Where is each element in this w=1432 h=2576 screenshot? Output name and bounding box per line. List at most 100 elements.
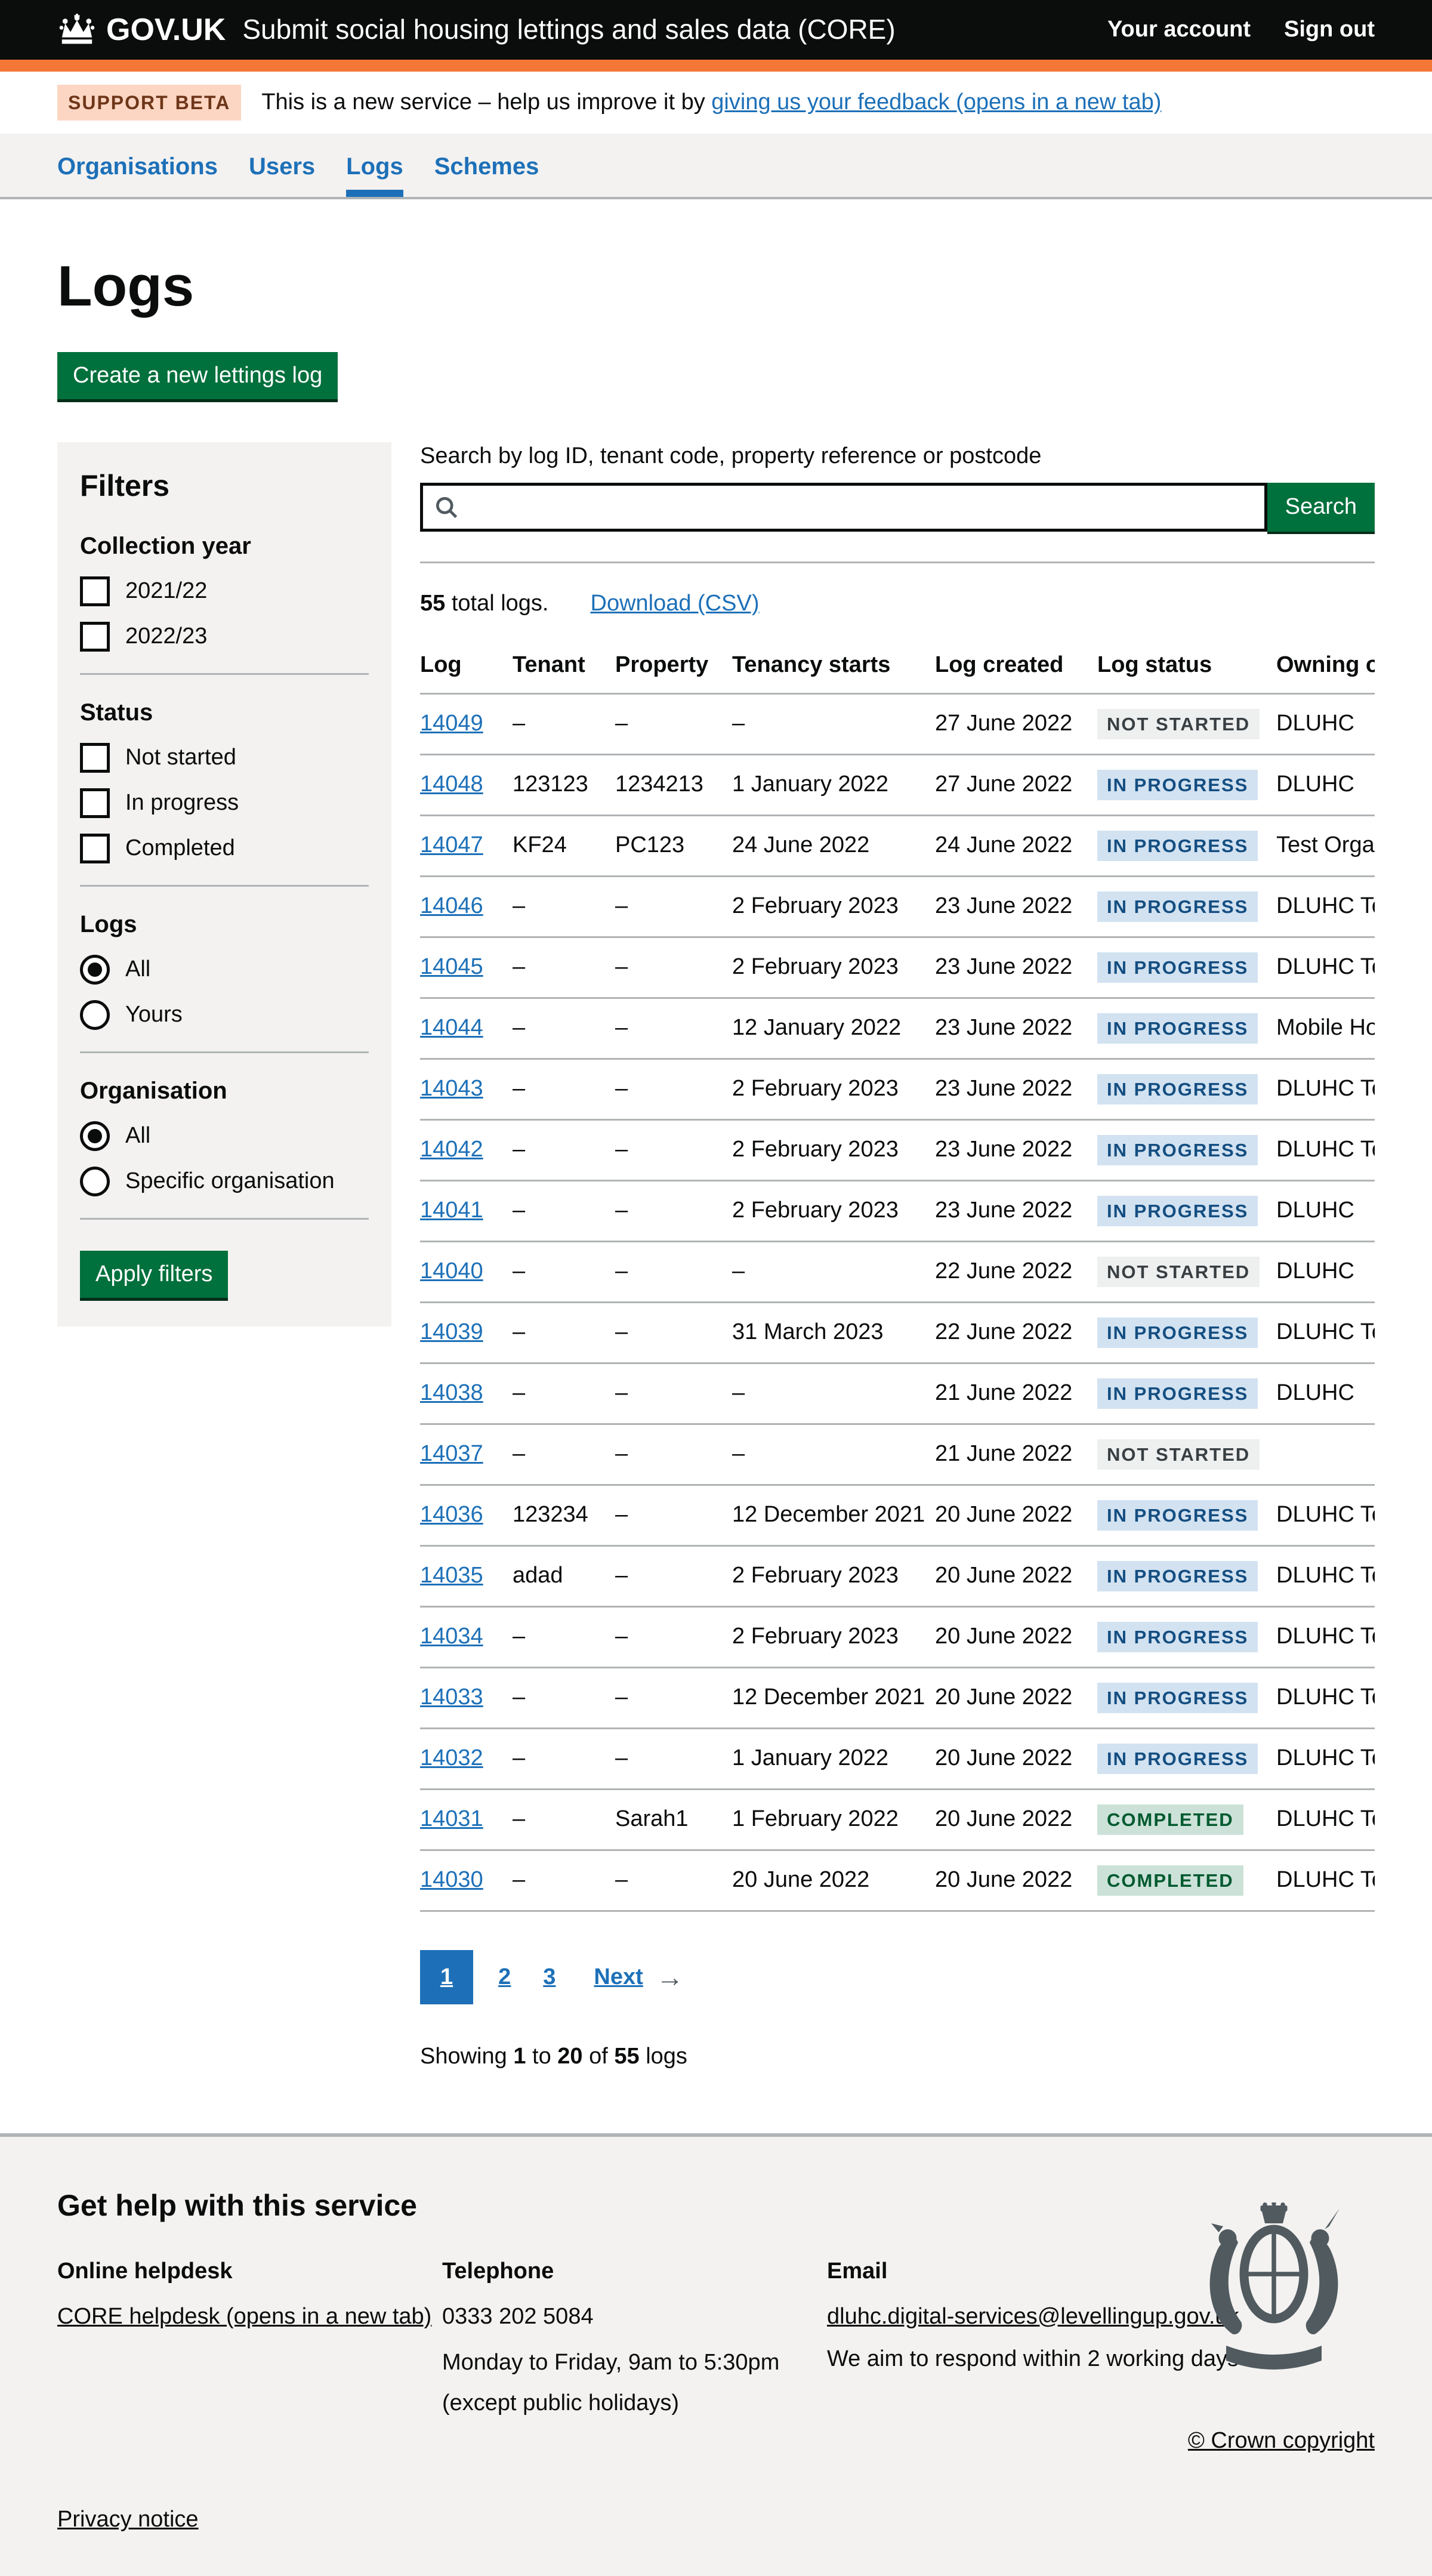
nav-item-logs[interactable]: Logs: [331, 134, 419, 197]
email-link[interactable]: dluhc.digital-services@levellingup.gov.u…: [827, 2304, 1239, 2329]
status-badge: COMPLETED: [1097, 1865, 1243, 1896]
search-input[interactable]: [420, 483, 1267, 532]
search-button[interactable]: Search: [1267, 483, 1375, 532]
owning-organisation-cell: DLUHC Test: [1276, 1545, 1375, 1606]
log-id-cell: 14038: [420, 1363, 513, 1424]
radio-org-all[interactable]: [80, 1121, 110, 1151]
radio-row-logs-all[interactable]: All: [80, 955, 369, 985]
log-id-link[interactable]: 14043: [420, 1076, 483, 1101]
log-status-cell: IN PROGRESS: [1097, 1119, 1276, 1180]
nav-item-organisations[interactable]: Organisations: [42, 134, 233, 197]
log-id-link[interactable]: 14037: [420, 1441, 483, 1466]
log-id-link[interactable]: 14031: [420, 1806, 483, 1831]
feedback-link[interactable]: giving us your feedback (opens in a new …: [711, 90, 1161, 115]
log-id-cell: 14046: [420, 876, 513, 937]
log-id-link[interactable]: 14045: [420, 954, 483, 979]
radio-org-specific[interactable]: [80, 1167, 110, 1196]
log-id-link[interactable]: 14030: [420, 1867, 483, 1892]
radio-row-org-all[interactable]: All: [80, 1121, 369, 1151]
column-header-tenancy-starts: Tenancy starts: [732, 641, 935, 693]
tenancy-starts-cell: 2 February 2023: [732, 1180, 935, 1241]
log-id-link[interactable]: 14036: [420, 1502, 483, 1527]
checkbox-label: In progress: [125, 789, 239, 817]
log-id-link[interactable]: 14047: [420, 832, 483, 857]
tenant-cell: –: [513, 1302, 615, 1363]
nav-link-organisations[interactable]: Organisations: [57, 152, 218, 197]
pagination-current-page[interactable]: 1: [420, 1950, 473, 2005]
pagination-next-link[interactable]: Next: [594, 1963, 643, 1992]
crown-copyright-link[interactable]: © Crown copyright: [1188, 2427, 1375, 2455]
core-helpdesk-link[interactable]: CORE helpdesk (opens in a new tab): [57, 2304, 431, 2329]
telephone-number: 0333 202 5084: [442, 2303, 827, 2331]
your-account-link[interactable]: Your account: [1107, 16, 1251, 44]
table-row: 14031–Sarah11 February 202220 June 2022C…: [420, 1789, 1375, 1850]
log-id-link[interactable]: 14033: [420, 1685, 483, 1710]
filter-group-status: Status Not started In progress Completed: [80, 698, 369, 863]
checkbox-2021-22[interactable]: [80, 576, 110, 606]
checkbox-label: Completed: [125, 834, 235, 863]
status-badge: IN PROGRESS: [1097, 1378, 1258, 1409]
pagination-page-2[interactable]: 2: [491, 1950, 518, 2005]
log-id-link[interactable]: 14041: [420, 1198, 483, 1223]
checkbox-row-completed[interactable]: Completed: [80, 834, 369, 863]
primary-navigation: Organisations Users Logs Schemes: [0, 134, 1432, 199]
log-created-cell: 23 June 2022: [935, 1180, 1097, 1241]
log-id-link[interactable]: 14044: [420, 1015, 483, 1040]
tenancy-starts-cell: 24 June 2022: [732, 815, 935, 876]
checkbox-2022-23[interactable]: [80, 622, 110, 652]
log-id-cell: 14040: [420, 1241, 513, 1302]
showing-of: of: [583, 2044, 615, 2069]
log-id-link[interactable]: 14032: [420, 1745, 483, 1770]
nav-link-schemes[interactable]: Schemes: [434, 152, 539, 197]
nav-link-users[interactable]: Users: [249, 152, 315, 197]
log-id-link[interactable]: 14049: [420, 711, 483, 736]
royal-coat-of-arms: [1181, 2202, 1366, 2389]
checkbox-row-not-started[interactable]: Not started: [80, 743, 369, 773]
checkbox-row-2022-23[interactable]: 2022/23: [80, 622, 369, 652]
log-id-link[interactable]: 14038: [420, 1380, 483, 1405]
log-id-link[interactable]: 14046: [420, 893, 483, 918]
nav-item-users[interactable]: Users: [233, 134, 331, 197]
radio-row-logs-yours[interactable]: Yours: [80, 1000, 369, 1030]
checkbox-not-started[interactable]: [80, 743, 110, 773]
log-id-link[interactable]: 14034: [420, 1624, 483, 1649]
log-status-cell: IN PROGRESS: [1097, 1485, 1276, 1545]
tenant-cell: –: [513, 937, 615, 998]
radio-logs-yours[interactable]: [80, 1000, 110, 1030]
log-id-link[interactable]: 14040: [420, 1258, 483, 1284]
nav-link-logs[interactable]: Logs: [346, 152, 403, 197]
property-cell: –: [615, 1485, 732, 1545]
checkbox-in-progress[interactable]: [80, 788, 110, 818]
tenant-cell: –: [513, 1059, 615, 1119]
create-lettings-log-button[interactable]: Create a new lettings log: [57, 352, 338, 399]
radio-logs-all[interactable]: [80, 955, 110, 985]
apply-filters-button[interactable]: Apply filters: [80, 1251, 228, 1298]
table-row: 14046––2 February 202323 June 2022IN PRO…: [420, 876, 1375, 937]
owning-organisation-cell: DLUHC Test: [1276, 1789, 1375, 1850]
property-cell: –: [615, 1302, 732, 1363]
filter-group-label: Organisation: [80, 1076, 369, 1106]
sign-out-link[interactable]: Sign out: [1284, 16, 1375, 44]
log-status-cell: IN PROGRESS: [1097, 1363, 1276, 1424]
checkbox-completed[interactable]: [80, 834, 110, 863]
log-id-link[interactable]: 14039: [420, 1319, 483, 1344]
log-status-cell: NOT STARTED: [1097, 1241, 1276, 1302]
govuk-logo[interactable]: GOV.UK: [57, 11, 226, 50]
service-name-link[interactable]: Submit social housing lettings and sales…: [242, 13, 895, 47]
status-badge: IN PROGRESS: [1097, 952, 1258, 983]
log-id-link[interactable]: 14042: [420, 1137, 483, 1162]
nav-item-schemes[interactable]: Schemes: [419, 134, 555, 197]
download-csv-link[interactable]: Download (CSV): [591, 590, 760, 618]
checkbox-row-2021-22[interactable]: 2021/22: [80, 576, 369, 606]
pagination-page-3[interactable]: 3: [536, 1950, 563, 2005]
radio-row-org-specific[interactable]: Specific organisation: [80, 1167, 369, 1196]
checkbox-row-in-progress[interactable]: In progress: [80, 788, 369, 818]
owning-organisation-cell: DLUHC Test: [1276, 1606, 1375, 1667]
log-created-cell: 20 June 2022: [935, 1728, 1097, 1789]
log-id-link[interactable]: 14035: [420, 1563, 483, 1588]
privacy-notice-link[interactable]: Privacy notice: [57, 2506, 199, 2534]
log-id-link[interactable]: 14048: [420, 772, 483, 797]
table-row: 14044––12 January 202223 June 2022IN PRO…: [420, 998, 1375, 1059]
showing-results-text: Showing 1 to 20 of 55 logs: [420, 2043, 1375, 2071]
tenancy-starts-cell: –: [732, 1363, 935, 1424]
